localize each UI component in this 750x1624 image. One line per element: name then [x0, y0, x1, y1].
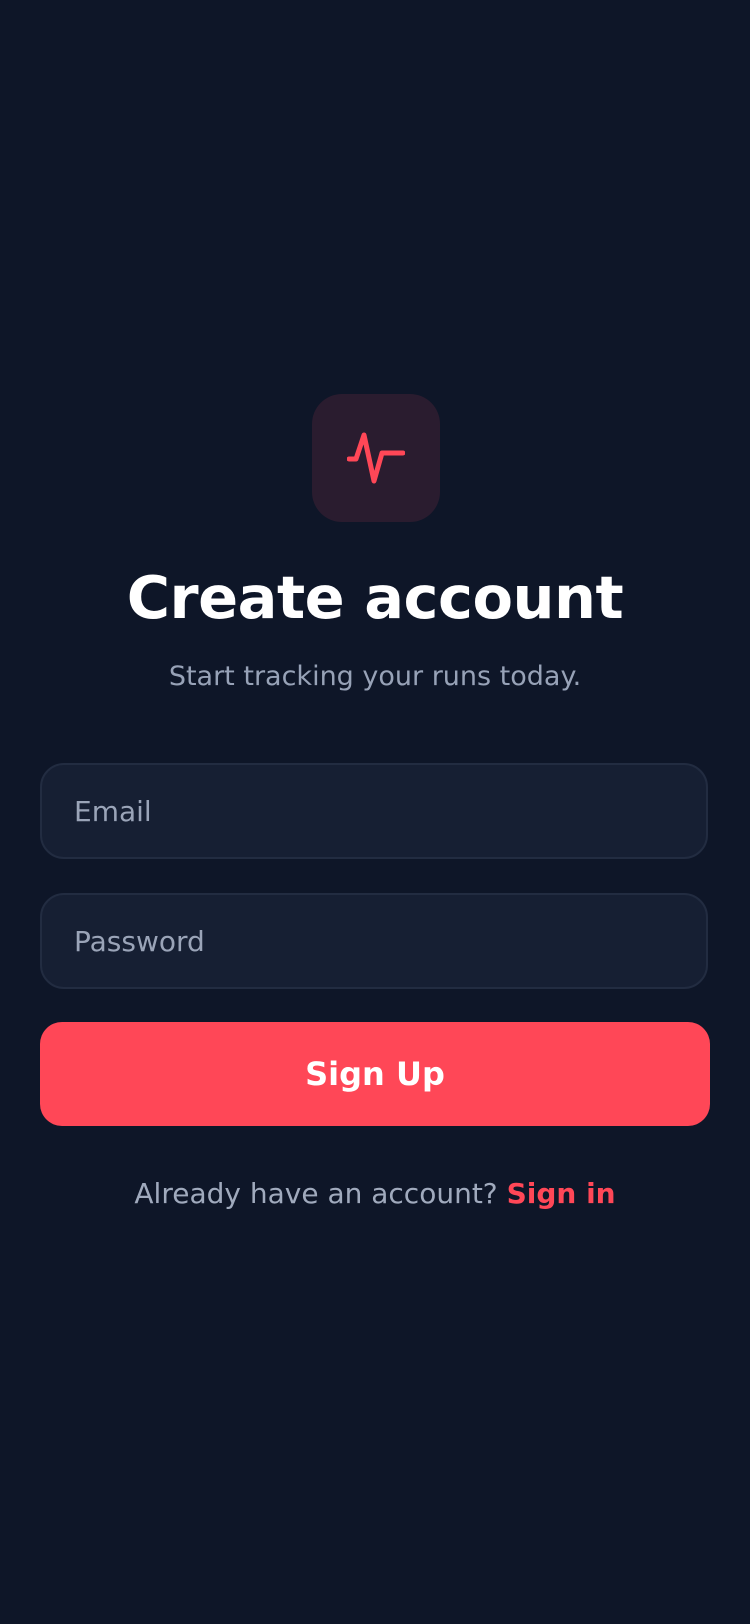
signup-screen: Create account Start tracking your runs …	[0, 0, 750, 1624]
sign-up-button[interactable]: Sign Up	[40, 1022, 710, 1126]
sign-in-prompt: Already have an account? Sign in	[0, 1173, 750, 1215]
activity-pulse-icon	[347, 432, 405, 484]
sign-in-link[interactable]: Sign in	[507, 1177, 616, 1210]
email-field-container	[40, 763, 708, 859]
page-title: Create account	[126, 563, 624, 632]
password-field[interactable]	[74, 924, 674, 958]
page-subtitle: Start tracking your runs today.	[168, 661, 582, 692]
email-field[interactable]	[74, 794, 674, 828]
app-logo	[312, 394, 440, 522]
password-field-container	[40, 893, 708, 989]
sign-in-prompt-text: Already have an account?	[134, 1177, 498, 1210]
